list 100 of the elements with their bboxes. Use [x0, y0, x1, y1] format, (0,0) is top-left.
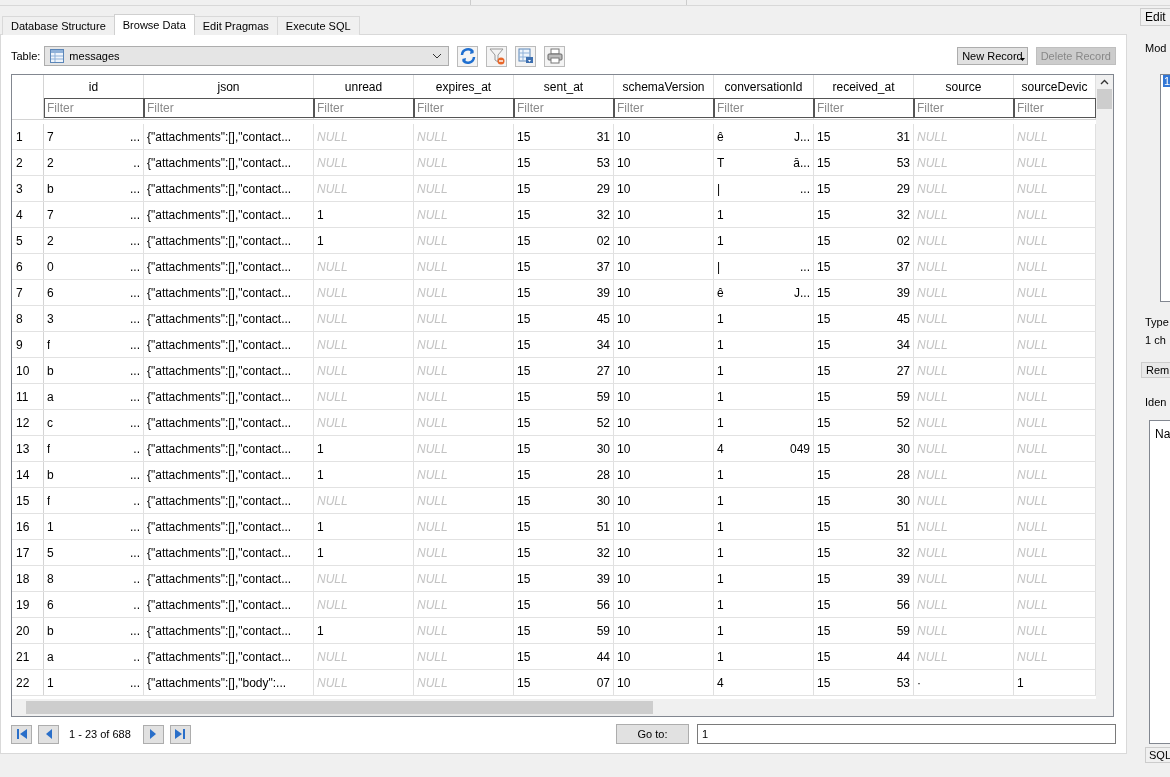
table-cell: ... [130, 207, 140, 222]
table-cell: NULL [917, 441, 948, 456]
last-page-icon[interactable] [169, 724, 191, 744]
filter-field[interactable]: Filter [614, 98, 714, 118]
table-cell: NULL [417, 649, 448, 664]
refresh-icon[interactable] [457, 45, 479, 67]
table-cell: {"attachments":[],"contact... [147, 467, 292, 482]
table-cell: 10 [617, 389, 631, 404]
table-cell: NULL [317, 389, 348, 404]
table-cell: 56 [596, 597, 610, 612]
table-cell: 5 [47, 545, 54, 560]
next-page-icon[interactable] [142, 724, 164, 744]
table-cell: 15 [817, 675, 831, 690]
filter-field[interactable]: Filter [814, 98, 914, 118]
filter-field[interactable]: Filter [514, 98, 614, 118]
filter-field[interactable]: Filter [314, 98, 414, 118]
column-header[interactable]: sourceDevic [1014, 75, 1095, 98]
table-cell: 32 [896, 545, 910, 560]
table-cell: NULL [417, 389, 448, 404]
table-cell: 7 [47, 129, 54, 144]
edit-tab[interactable]: Edit [1140, 8, 1170, 26]
scroll-thumb[interactable] [1097, 89, 1112, 109]
column-header[interactable]: json [144, 75, 313, 98]
column-header[interactable]: expires_at [414, 75, 513, 98]
table-cell: NULL [417, 493, 448, 508]
table-cell: 10 [617, 571, 631, 586]
table-cell: 1 [717, 519, 724, 534]
table-dropdown[interactable]: messages [44, 46, 450, 66]
table-cell: 1 [717, 337, 724, 352]
table-cell: NULL [917, 649, 948, 664]
table-cell: ... [130, 259, 140, 274]
table-cell: 1 [717, 623, 724, 638]
table-icon [50, 49, 65, 63]
filter-field[interactable]: Filter [1014, 98, 1096, 118]
table-cell: ... [130, 181, 140, 196]
table-cell: 1 [717, 207, 724, 222]
save-table-icon[interactable] [515, 45, 537, 67]
table-cell: 15 [517, 155, 531, 170]
table-cell: T [717, 155, 725, 170]
print-icon[interactable] [544, 45, 566, 67]
clear-filter-icon[interactable] [486, 45, 508, 67]
column-header[interactable]: source [914, 75, 1013, 98]
table-cell: 37 [896, 259, 910, 274]
table-cell: NULL [917, 233, 948, 248]
table-cell: {"attachments":[],"contact... [147, 233, 292, 248]
tab[interactable]: Browse Data [113, 14, 195, 35]
table-cell: 2 [47, 155, 54, 170]
table-cell: a [47, 389, 54, 404]
filter-field[interactable]: Filter [414, 98, 514, 118]
table-cell: ... [130, 285, 140, 300]
tab[interactable]: Execute SQL [276, 16, 360, 35]
column-header[interactable]: conversationId [714, 75, 813, 98]
table-cell: ê [717, 129, 724, 144]
table-cell: 10 [617, 519, 631, 534]
table-cell: 15 [817, 467, 831, 482]
table-cell: 15 [817, 545, 831, 560]
remove-button[interactable]: Rem [1141, 362, 1170, 378]
column-header[interactable]: id [44, 75, 143, 98]
value-editor[interactable]: 1 [1160, 74, 1170, 302]
new-record-button[interactable]: New Record [957, 47, 1028, 65]
table-cell: 10 [617, 233, 631, 248]
table-cell: NULL [417, 311, 448, 326]
scroll-up-icon[interactable] [1100, 79, 1109, 85]
column-header[interactable]: unread [314, 75, 413, 98]
table-cell: 6 [47, 285, 54, 300]
tab[interactable]: Database Structure [2, 16, 115, 35]
previous-page-icon[interactable] [38, 724, 59, 744]
go-to-button[interactable]: Go to: [616, 724, 689, 744]
table-cell: {"attachments":[],"contact... [147, 415, 292, 430]
table-cell: 27 [596, 363, 610, 378]
scroll-thumb[interactable] [26, 701, 653, 714]
table-cell: 39 [596, 285, 610, 300]
table-cell: .. [133, 597, 140, 612]
filter-field[interactable]: Filter [714, 98, 814, 118]
table-cell: 15 [817, 649, 831, 664]
column-header[interactable]: sent_at [514, 75, 613, 98]
column-header[interactable]: schemaVersion [614, 75, 713, 98]
table-cell: 39 [596, 571, 610, 586]
go-to-field[interactable]: 1 [697, 724, 1116, 744]
table-cell: 15 [817, 285, 831, 300]
table-cell: 32 [896, 207, 910, 222]
sql-tab[interactable]: SQL [1145, 747, 1170, 763]
filter-field[interactable]: Filter [44, 98, 144, 118]
column-header[interactable]: received_at [814, 75, 913, 98]
filter-field[interactable]: Filter [144, 98, 314, 118]
table-cell: NULL [317, 337, 348, 352]
vertical-scrollbar[interactable] [1096, 75, 1113, 699]
table-cell: 51 [596, 519, 610, 534]
table-cell: {"attachments":[],"contact... [147, 571, 292, 586]
first-page-icon[interactable] [11, 724, 32, 744]
filter-field[interactable]: Filter [914, 98, 1014, 118]
table-cell: NULL [1017, 259, 1048, 274]
type-value: 1 ch [1145, 334, 1166, 346]
horizontal-scrollbar[interactable] [12, 699, 1113, 716]
table-cell: NULL [317, 415, 348, 430]
table-cell: 27 [896, 363, 910, 378]
table-cell: 15 [517, 415, 531, 430]
tab[interactable]: Edit Pragmas [193, 16, 278, 35]
table-cell: NULL [417, 285, 448, 300]
table-cell: 59 [896, 389, 910, 404]
